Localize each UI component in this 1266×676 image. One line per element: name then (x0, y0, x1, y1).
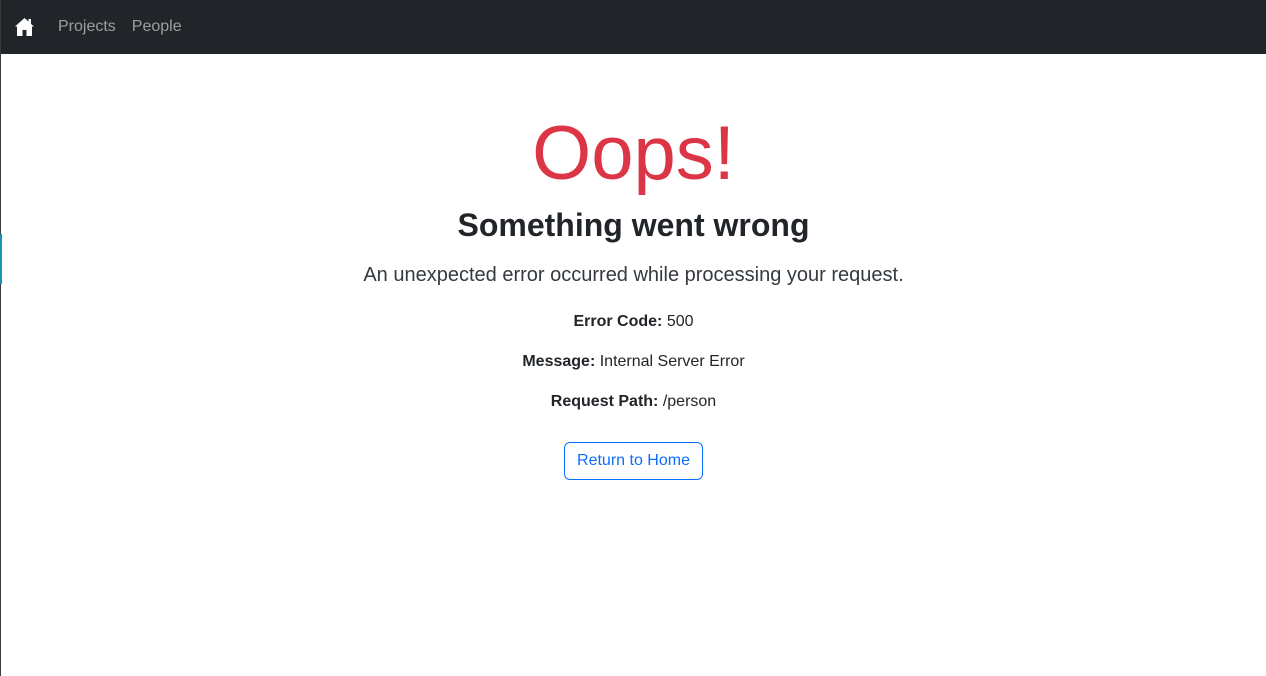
scroll-indicator (0, 234, 2, 284)
error-message-row: Message: Internal Server Error (1, 352, 1266, 371)
error-subtitle: Something went wrong (457, 207, 810, 243)
return-home-button[interactable]: Return to Home (564, 442, 703, 481)
navbar: Projects People (1, 0, 1266, 54)
button-container: Return to Home (1, 442, 1266, 481)
page: Projects People Oops! Something went wro… (0, 0, 1266, 676)
error-title: Oops! (532, 111, 735, 196)
error-code-row: Error Code: 500 (1, 312, 1266, 331)
error-content: Oops! Something went wrong An unexpected… (1, 54, 1266, 481)
request-path-value: /person (662, 393, 717, 411)
house-icon (15, 18, 34, 36)
error-code-label: Error Code: (573, 313, 663, 331)
error-message-value: Internal Server Error (599, 353, 745, 371)
request-path-label: Request Path: (550, 393, 659, 411)
error-details: Error Code: 500 Message: Internal Server… (1, 312, 1266, 411)
error-code-value: 500 (666, 313, 694, 331)
request-path-row: Request Path: /person (1, 392, 1266, 411)
home-link[interactable] (14, 17, 35, 37)
nav-link-people[interactable]: People (132, 18, 182, 36)
nav-link-projects[interactable]: Projects (58, 18, 116, 36)
error-message-label: Message: (522, 353, 596, 371)
error-lead: An unexpected error occurred while proce… (363, 264, 904, 287)
